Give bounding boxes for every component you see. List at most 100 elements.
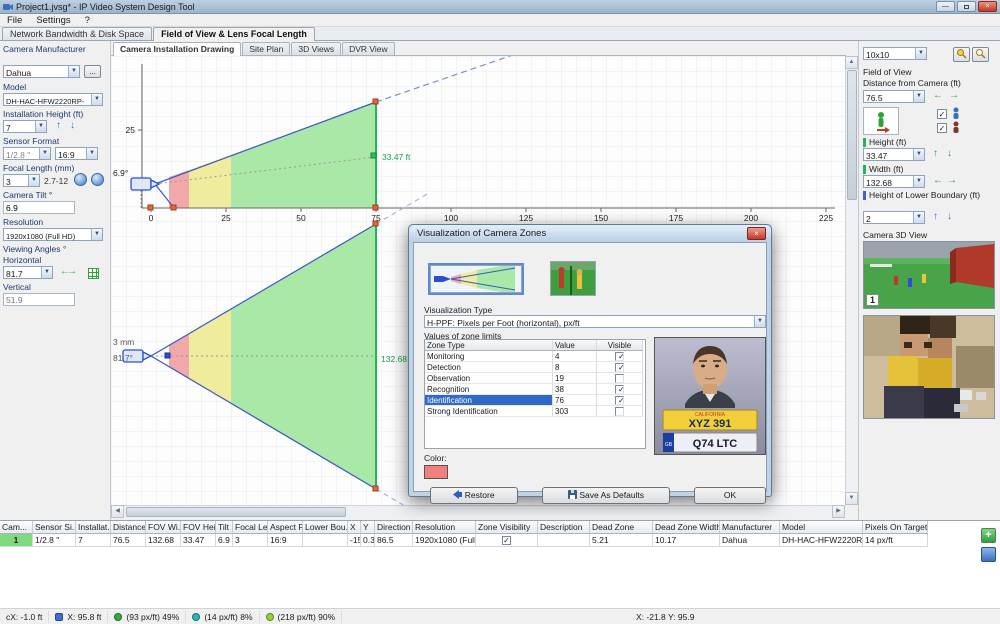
col-header[interactable]: Y (361, 521, 375, 534)
distance-select[interactable]: 76.5▼ (863, 90, 925, 103)
col-header[interactable]: X (348, 521, 361, 534)
fov-width-left-icon[interactable]: ← (933, 175, 943, 187)
zone-visibility-checkbox[interactable]: ✓ (502, 536, 511, 545)
manufacturer-more-button[interactable]: ... (84, 65, 101, 78)
col-header[interactable]: Dead Zone (590, 521, 653, 534)
tab-3d-views[interactable]: 3D Views (291, 42, 341, 55)
horizontal-scroll-thumb[interactable] (126, 507, 346, 517)
col-header[interactable]: Direction (375, 521, 413, 534)
camera-tools-button[interactable] (981, 547, 996, 562)
chevron-down-icon[interactable]: ▼ (913, 149, 924, 160)
col-header[interactable]: Model (780, 521, 863, 534)
focal-length-select[interactable]: 3▼ (3, 174, 40, 187)
col-header[interactable]: Sensor Si... (33, 521, 76, 534)
chevron-down-icon[interactable]: ▼ (754, 316, 765, 327)
grid-size-select[interactable]: 10x10▼ (863, 47, 927, 60)
aspect-ratio-select[interactable]: 16:9▼ (55, 147, 98, 160)
chevron-down-icon[interactable]: ▼ (39, 148, 50, 159)
zone-row-observation[interactable]: Observation 19 (425, 373, 645, 384)
col-header[interactable]: Cam... (0, 521, 33, 534)
cell[interactable]: 1/2.8 " (33, 534, 76, 547)
chevron-down-icon[interactable]: ▼ (915, 48, 926, 59)
chevron-down-icon[interactable]: ▼ (86, 148, 97, 159)
show-target-checkbox[interactable]: ✓ (937, 123, 947, 133)
visible-checkbox[interactable]: ✓ (615, 385, 624, 394)
ok-button[interactable]: OK (694, 487, 766, 504)
tab-network-bandwidth[interactable]: Network Bandwidth & Disk Space (2, 27, 152, 40)
chevron-down-icon[interactable]: ▼ (35, 121, 46, 132)
fov-width-select[interactable]: 132.68▼ (863, 175, 925, 188)
lens-calculator-button[interactable] (74, 173, 87, 186)
menu-settings[interactable]: Settings (29, 15, 77, 26)
chevron-down-icon[interactable]: ▼ (28, 175, 39, 186)
visible-checkbox[interactable]: ✓ (615, 352, 624, 361)
cell[interactable]: 5.21 (590, 534, 653, 547)
handle-origin[interactable] (148, 205, 153, 210)
fov-height-select[interactable]: 33.47▼ (863, 148, 925, 161)
handle-ground[interactable] (373, 205, 378, 210)
cell[interactable]: 86.5 (375, 534, 413, 547)
zones-3d-preview-thumbnail[interactable] (550, 261, 596, 296)
fov-height-up-icon[interactable]: ↑ (933, 148, 938, 160)
handle-plan-bottom[interactable] (373, 486, 378, 491)
resolution-select[interactable]: 1920x1080 (Full HD)▼ (3, 228, 103, 241)
zone-row-identification[interactable]: Identification 76 ✓ (425, 395, 645, 406)
col-value[interactable]: Value (553, 340, 597, 351)
cell[interactable] (303, 534, 348, 547)
col-header[interactable]: Manufacturer (720, 521, 780, 534)
cell[interactable]: -15 (348, 534, 361, 547)
col-header[interactable]: Focal Len... (233, 521, 268, 534)
menu-file[interactable]: File (0, 15, 29, 26)
zone-visibility-cell[interactable]: ✓ (476, 534, 538, 547)
col-header[interactable]: Installat... (76, 521, 111, 534)
cell[interactable]: 132.68 (146, 534, 181, 547)
vertical-scroll-thumb[interactable] (847, 70, 857, 200)
distance-forward-icon[interactable]: → (949, 90, 959, 102)
vertical-angle-input[interactable] (3, 293, 75, 306)
cell[interactable]: 0.3 (361, 534, 375, 547)
zone-row-strong-identification[interactable]: Strong Identification 303 (425, 406, 645, 417)
zones-2d-preview-thumbnail[interactable] (430, 265, 522, 293)
zone-color-swatch[interactable] (424, 465, 448, 479)
installation-height-select[interactable]: 7▼ (3, 120, 47, 133)
zone-row-detection[interactable]: Detection 8 ✓ (425, 362, 645, 373)
fov-width-right-icon[interactable]: → (947, 175, 957, 187)
col-visible[interactable]: Visible (597, 340, 643, 351)
height-down-icon[interactable]: ↓ (70, 120, 75, 132)
cell[interactable]: Dahua (720, 534, 780, 547)
dialog-title-bar[interactable]: Visualization of Camera Zones (409, 225, 771, 242)
angle-grid-icon[interactable] (88, 268, 99, 279)
model-select[interactable]: DH-HAC-HFW2220RP-▼ (3, 93, 103, 106)
tab-dvr-view[interactable]: DVR View (342, 42, 395, 55)
lower-boundary-up-icon[interactable]: ↑ (933, 211, 938, 223)
col-header[interactable]: Resolution (413, 521, 476, 534)
chevron-down-icon[interactable]: ▼ (91, 94, 102, 105)
col-header[interactable]: Tilt (216, 521, 233, 534)
lower-boundary-select[interactable]: 2▼ (863, 211, 925, 224)
zone-row-recognition[interactable]: Recognition 38 ✓ (425, 384, 645, 395)
handle-fov-height[interactable] (371, 153, 376, 158)
pixelated-target-thumbnail[interactable] (863, 315, 995, 419)
handle-plan-camera[interactable] (165, 353, 170, 358)
col-header[interactable]: Zone Visibility (476, 521, 538, 534)
save-as-defaults-button[interactable]: Save As Defaults (542, 487, 670, 504)
visualization-type-select[interactable]: H-PPF: Pixels per Foot (horizontal), px/… (424, 315, 766, 328)
cell[interactable]: 6.9 (216, 534, 233, 547)
cell[interactable]: 16:9 (268, 534, 303, 547)
zone-row-monitoring[interactable]: Monitoring 4 ✓ (425, 351, 645, 362)
col-header[interactable]: Dead Zone Width (653, 521, 720, 534)
manufacturer-select[interactable]: Dahua▼ (3, 65, 80, 78)
cell[interactable]: 3 (233, 534, 268, 547)
add-camera-button[interactable]: + (981, 528, 996, 543)
dialog-close-button[interactable]: × (747, 227, 766, 240)
cell[interactable]: 76.5 (111, 534, 146, 547)
menu-help[interactable]: ? (78, 15, 97, 26)
col-header[interactable]: Aspect Ra... (268, 521, 303, 534)
col-header[interactable]: FOV Wi... (146, 521, 181, 534)
chevron-down-icon[interactable]: ▼ (913, 212, 924, 223)
cell[interactable]: 10.17 (653, 534, 720, 547)
table-row[interactable]: 1 1/2.8 " 7 76.5 132.68 33.47 6.9 3 16:9… (0, 534, 1000, 547)
cell[interactable]: 1920x1080 (Full HD) (413, 534, 476, 547)
col-header[interactable]: Lower Bou... (303, 521, 348, 534)
horizontal-scrollbar[interactable]: ◀ ▶ (111, 505, 845, 518)
